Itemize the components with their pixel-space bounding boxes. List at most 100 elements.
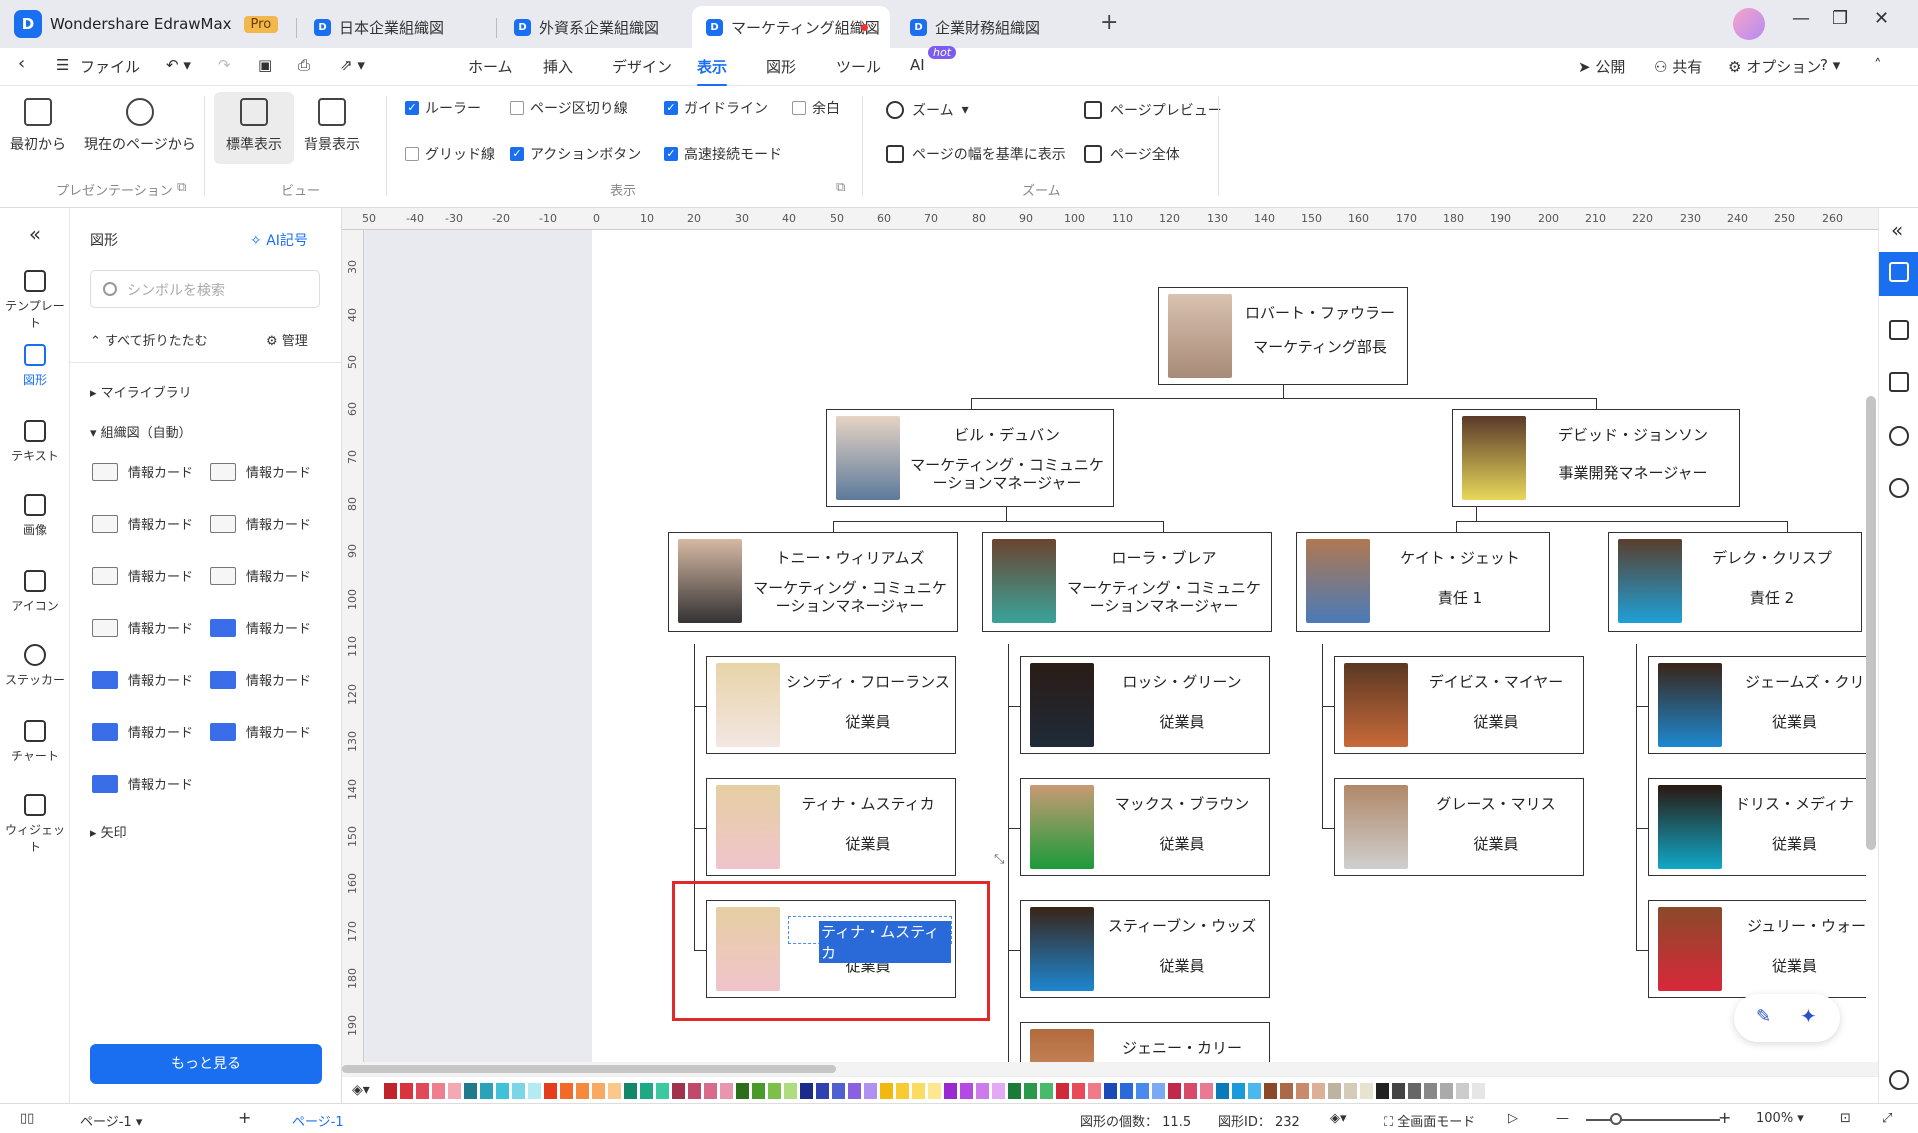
org-card-cindy[interactable]: シンディ・フローランス 従業員 <box>706 656 956 754</box>
org-card-laura[interactable]: ローラ・ブレア マーケティング・コミュニケーションマネージャー <box>982 532 1272 632</box>
info-card-shape[interactable]: 情報カード <box>210 462 311 481</box>
color-swatch[interactable] <box>496 1083 509 1099</box>
color-swatch[interactable] <box>976 1083 989 1099</box>
color-swatch[interactable] <box>1344 1083 1357 1099</box>
org-card-tina[interactable]: ティナ・ムスティカ 従業員 <box>706 778 956 876</box>
color-swatch[interactable] <box>688 1083 701 1099</box>
org-card-robert[interactable]: ロバート・ファウラー マーケティング部長 <box>1158 287 1408 385</box>
scroll-thumb[interactable] <box>342 1065 836 1073</box>
layers-icon[interactable]: ◈▾ <box>1330 1111 1347 1126</box>
org-card-grace[interactable]: グレース・マリス 従業員 <box>1334 778 1584 876</box>
color-swatch[interactable] <box>1312 1083 1325 1099</box>
color-swatch[interactable] <box>848 1083 861 1099</box>
ai-symbol-button[interactable]: ✧ AI記号 <box>250 230 308 250</box>
history-icon[interactable] <box>1889 426 1909 446</box>
manage-button[interactable]: ⚙ 管理 <box>266 330 308 349</box>
menu-ai[interactable]: AI <box>910 56 925 74</box>
org-chart-section[interactable]: ▾ 組織図（自動） <box>90 422 192 441</box>
zoom-slider-thumb[interactable] <box>1610 1113 1622 1125</box>
page-layout-icon[interactable]: ▯▯ <box>20 1111 34 1126</box>
page-select[interactable]: ページ-1 ▾ <box>80 1111 142 1130</box>
redo-icon[interactable]: ↷ <box>218 56 231 74</box>
color-swatch[interactable] <box>896 1083 909 1099</box>
menu-tools[interactable]: ツール <box>836 56 881 77</box>
color-swatch[interactable] <box>1328 1083 1341 1099</box>
publish-button[interactable]: ➤ 公開 <box>1578 56 1625 77</box>
color-swatch[interactable] <box>1360 1083 1373 1099</box>
info-card-shape[interactable]: 情報カード <box>92 774 193 793</box>
color-swatch[interactable] <box>1088 1083 1101 1099</box>
color-swatch[interactable] <box>784 1083 797 1099</box>
file-menu[interactable]: ファイル <box>80 56 140 77</box>
color-swatch[interactable] <box>832 1083 845 1099</box>
color-swatch[interactable] <box>1248 1083 1261 1099</box>
fast-connect-checkbox[interactable]: ✓ 高速接続モード <box>664 144 782 164</box>
tab-finance-org[interactable]: D 企業財務組織図 <box>896 6 1092 48</box>
org-card-david[interactable]: デビッド・ジョンソン 事業開発マネージャー <box>1452 409 1740 507</box>
color-swatch[interactable] <box>736 1083 749 1099</box>
magic-wand-icon[interactable]: ✎ <box>1756 1006 1771 1027</box>
ruler-checkbox[interactable]: ✓ ルーラー <box>405 98 481 118</box>
color-swatch[interactable] <box>944 1083 957 1099</box>
color-swatch[interactable] <box>1408 1083 1421 1099</box>
info-card-shape[interactable]: 情報カード <box>92 670 193 689</box>
color-swatch[interactable] <box>912 1083 925 1099</box>
color-swatch[interactable] <box>448 1083 461 1099</box>
help-icon[interactable]: ? ▾ <box>1820 56 1840 74</box>
add-tab-button[interactable]: + <box>1100 10 1118 35</box>
dialog-launcher-icon[interactable]: ⧉ <box>836 180 845 195</box>
color-swatch[interactable] <box>1440 1083 1453 1099</box>
menu-shape[interactable]: 図形 <box>766 56 796 77</box>
my-library-section[interactable]: ▸ マイライブラリ <box>90 382 192 401</box>
fill-bucket-icon[interactable]: ◈▾ <box>352 1082 370 1098</box>
expand-icon[interactable]: ⤢ <box>1882 1111 1892 1126</box>
color-swatch[interactable] <box>1472 1083 1485 1099</box>
org-card-davis[interactable]: デイビス・マイヤー 従業員 <box>1334 656 1584 754</box>
info-card-shape[interactable]: 情報カード <box>210 566 311 585</box>
page-preview-button[interactable]: ページプレビュー <box>1084 100 1222 120</box>
zoom-level[interactable]: 100% ▾ <box>1756 1111 1804 1126</box>
color-swatch[interactable] <box>1216 1083 1229 1099</box>
grid-checkbox[interactable]: グリッド線 <box>405 144 495 164</box>
present-from-start-button[interactable]: 最初から <box>10 98 66 154</box>
rail-charts[interactable]: チャート <box>0 720 70 764</box>
color-swatch[interactable] <box>816 1083 829 1099</box>
rail-stickers[interactable]: ステッカー <box>0 644 70 688</box>
rail-image[interactable]: 画像 <box>0 494 70 538</box>
action-button-checkbox[interactable]: ✓ アクションボタン <box>510 144 641 164</box>
page-format-icon[interactable] <box>1889 320 1909 340</box>
zoom-out-button[interactable]: — <box>1556 1111 1569 1126</box>
color-swatch[interactable] <box>768 1083 781 1099</box>
color-swatch[interactable] <box>880 1083 893 1099</box>
undo-icon[interactable]: ↶ ▾ <box>166 56 191 74</box>
info-card-shape[interactable]: 情報カード <box>92 514 193 533</box>
color-swatch[interactable] <box>1232 1083 1245 1099</box>
add-page-button[interactable]: + <box>238 1108 251 1127</box>
color-swatch[interactable] <box>1056 1083 1069 1099</box>
options-button[interactable]: ⚙ オプション <box>1728 56 1821 77</box>
color-swatch[interactable] <box>608 1083 621 1099</box>
color-swatch[interactable] <box>1136 1083 1149 1099</box>
normal-view-button[interactable]: 標準表示 <box>214 92 294 164</box>
margin-checkbox[interactable]: 余白 <box>792 98 840 118</box>
info-card-shape[interactable]: 情報カード <box>210 670 311 689</box>
org-card-jenny[interactable]: ジェニー・カリー <box>1020 1022 1270 1062</box>
menu-view[interactable]: 表示 <box>697 56 728 87</box>
org-card-doris[interactable]: ドリス・メディナ 従業員 <box>1648 778 1866 876</box>
color-swatch[interactable] <box>1024 1083 1037 1099</box>
org-card-max[interactable]: マックス・ブラウン 従業員 <box>1020 778 1270 876</box>
menu-insert[interactable]: 挿入 <box>543 56 573 77</box>
info-card-shape[interactable]: 情報カード <box>210 514 311 533</box>
color-swatch[interactable] <box>1456 1083 1469 1099</box>
info-card-shape[interactable]: 情報カード <box>210 722 311 741</box>
color-swatch[interactable] <box>1296 1083 1309 1099</box>
color-swatch[interactable] <box>1104 1083 1117 1099</box>
color-swatch[interactable] <box>1184 1083 1197 1099</box>
zoom-slider[interactable] <box>1586 1119 1720 1121</box>
org-card-rossi[interactable]: ロッシ・グリーン 従業員 <box>1020 656 1270 754</box>
back-icon[interactable]: ‹ <box>18 53 25 74</box>
symbol-search-input[interactable]: シンボルを検索 <box>90 270 320 308</box>
color-swatch[interactable] <box>1392 1083 1405 1099</box>
color-swatch[interactable] <box>960 1083 973 1099</box>
maximize-button[interactable]: ❐ <box>1832 8 1848 29</box>
